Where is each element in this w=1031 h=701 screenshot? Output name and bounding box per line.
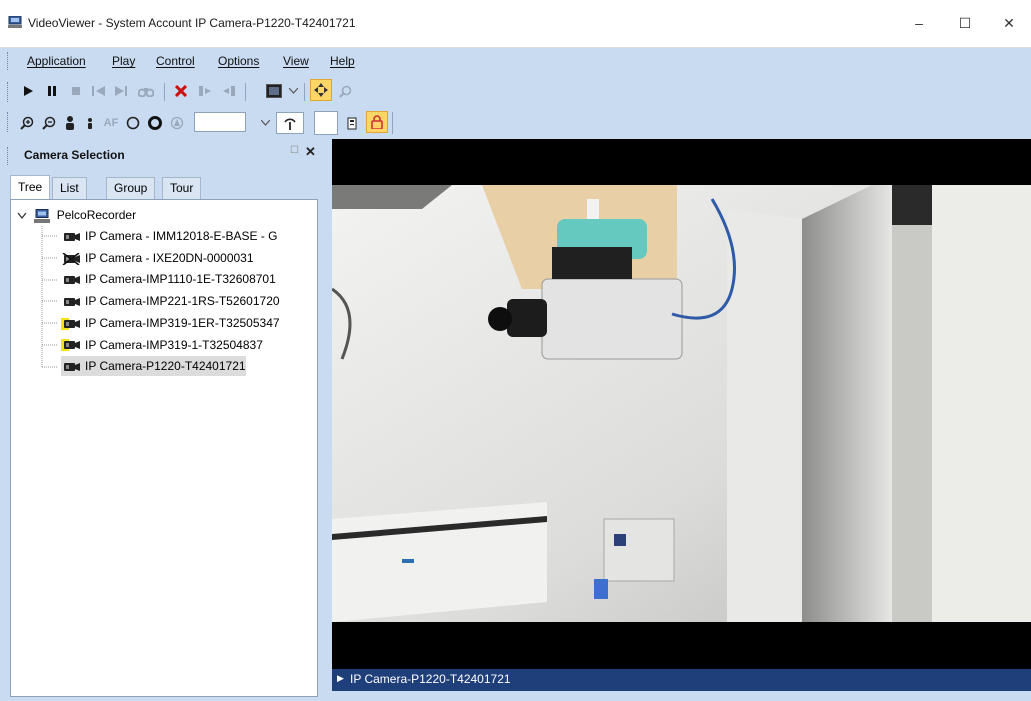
pause-icon[interactable]: [44, 80, 60, 102]
playback-toolbar: [0, 74, 260, 108]
play-indicator-icon: ▶: [337, 673, 344, 683]
circle-outline-icon[interactable]: [124, 112, 142, 134]
tab-tour[interactable]: Tour: [162, 177, 202, 199]
preset-select[interactable]: [194, 112, 246, 132]
app-icon: [8, 16, 22, 28]
menu-bar: Application Play Control Options View He…: [0, 48, 1031, 74]
camera-selection-panel: Camera Selection ☐ ✕ Tree List Group Tou…: [0, 139, 329, 701]
dropdown-icon[interactable]: [258, 112, 272, 134]
export-icon[interactable]: [196, 80, 214, 102]
camera-item-label: IP Camera - IXE20DN-0000031: [85, 250, 254, 265]
antenna-icon[interactable]: [276, 112, 304, 134]
lock-icon[interactable]: [366, 111, 388, 133]
dropdown-icon[interactable]: [286, 80, 300, 102]
recorder-icon: [34, 208, 51, 223]
blank-field[interactable]: [314, 111, 338, 135]
step-forward-icon[interactable]: [112, 80, 130, 102]
menu-application[interactable]: Application: [27, 54, 86, 68]
menu-help[interactable]: Help: [330, 54, 355, 68]
toolbar-grip: [7, 82, 10, 102]
menu-play[interactable]: Play: [112, 54, 135, 68]
step-back-icon[interactable]: [90, 80, 108, 102]
close-button[interactable]: ✕: [987, 6, 1031, 40]
toolbar-separator: [392, 112, 393, 134]
toolbar-separator: [304, 83, 305, 101]
tab-tree[interactable]: Tree: [10, 175, 51, 199]
video-caption-bar: ▶ IP Camera-P1220-T42401721: [332, 669, 1031, 691]
chevron-down-icon[interactable]: [17, 212, 27, 220]
camera-icon: [64, 276, 80, 285]
camera-item[interactable]: IP Camera-IMP1110-1E-T32608701: [61, 269, 276, 289]
camera-icon: [64, 297, 80, 306]
video-caption: IP Camera-P1220-T42401721: [350, 672, 511, 686]
ptz-toolbar: AF: [0, 108, 400, 138]
tab-list[interactable]: List: [52, 177, 87, 199]
toolbar-grip: [7, 112, 10, 132]
window-title: VideoViewer - System Account IP Camera-P…: [28, 16, 356, 30]
camera-item-label: IP Camera-IMP319-1ER-T32505347: [85, 315, 280, 330]
import-icon[interactable]: [220, 80, 238, 102]
camera-warning-icon: [61, 339, 80, 352]
camera-item[interactable]: IP Camera-IMP319-1ER-T32505347: [61, 313, 280, 333]
camera-item-label: IP Camera-IMP319-1-T32504837: [85, 337, 263, 352]
stop-icon[interactable]: [68, 80, 84, 102]
camera-item[interactable]: IP Camera-IMP221-1RS-T52601720: [61, 291, 280, 311]
status-strip: [332, 691, 1031, 701]
panel-close-icon[interactable]: ✕: [305, 144, 316, 160]
pan-tilt-icon[interactable]: [310, 79, 332, 101]
camera-item[interactable]: IP Camera-IMP319-1-T32504837: [61, 335, 263, 355]
camera-item-label: IP Camera-P1220-T42401721: [85, 359, 246, 374]
delete-icon[interactable]: [172, 80, 190, 102]
zoom-out-icon[interactable]: [40, 112, 58, 134]
tab-group[interactable]: Group: [106, 177, 156, 199]
menu-grip: [7, 52, 10, 70]
camera-feed-image: [332, 185, 1031, 622]
title-bar: VideoViewer - System Account IP Camera-P…: [0, 0, 1031, 48]
camera-item[interactable]: IP Camera - IXE20DN-0000031: [61, 248, 254, 268]
camera-item-label: IP Camera - IMM12018-E-BASE - G: [85, 229, 278, 243]
menu-view[interactable]: View: [283, 54, 309, 68]
menu-options[interactable]: Options: [218, 54, 259, 68]
pin-icon[interactable]: ☐: [290, 145, 299, 156]
menu-control[interactable]: Control: [156, 54, 195, 68]
camera-tree: PelcoRecorder IP Camera - IMM12018-E-BAS…: [10, 199, 318, 697]
toolbar-separator: [245, 83, 246, 101]
camera-warning-icon: [61, 317, 80, 330]
tree-root-label: PelcoRecorder: [56, 208, 137, 222]
panel-title: Camera Selection: [24, 148, 125, 162]
preset-icon[interactable]: [168, 112, 186, 134]
circle-filled-icon[interactable]: [146, 112, 164, 134]
binoculars-icon[interactable]: [136, 80, 156, 102]
play-icon[interactable]: [20, 80, 36, 102]
person-icon[interactable]: [62, 112, 78, 134]
autofocus-button[interactable]: AF: [100, 112, 122, 134]
tour-icon[interactable]: [342, 112, 362, 134]
maximize-button[interactable]: ☐: [943, 6, 987, 40]
zoom-in-icon[interactable]: [18, 112, 36, 134]
minimize-button[interactable]: –: [897, 6, 941, 40]
camera-item-label: IP Camera-IMP1110-1E-T32608701: [85, 272, 276, 287]
video-pane[interactable]: [332, 139, 1031, 669]
tree-root[interactable]: PelcoRecorder: [17, 205, 136, 225]
camera-icon: [64, 363, 80, 372]
search-icon[interactable]: [336, 80, 354, 102]
person-small-icon[interactable]: [82, 112, 98, 134]
camera-item-label: IP Camera-IMP221-1RS-T52601720: [85, 294, 280, 309]
camera-offline-icon: [62, 252, 80, 265]
panel-grip: [7, 147, 10, 165]
camera-item[interactable]: IP Camera - IMM12018-E-BASE - G: [61, 226, 278, 246]
toolbar-separator: [164, 83, 165, 101]
view-toolbar: [260, 74, 370, 108]
camera-item[interactable]: IP Camera-P1220-T42401721: [61, 356, 246, 377]
camera-icon: [64, 232, 80, 241]
screen-icon[interactable]: [264, 80, 284, 102]
